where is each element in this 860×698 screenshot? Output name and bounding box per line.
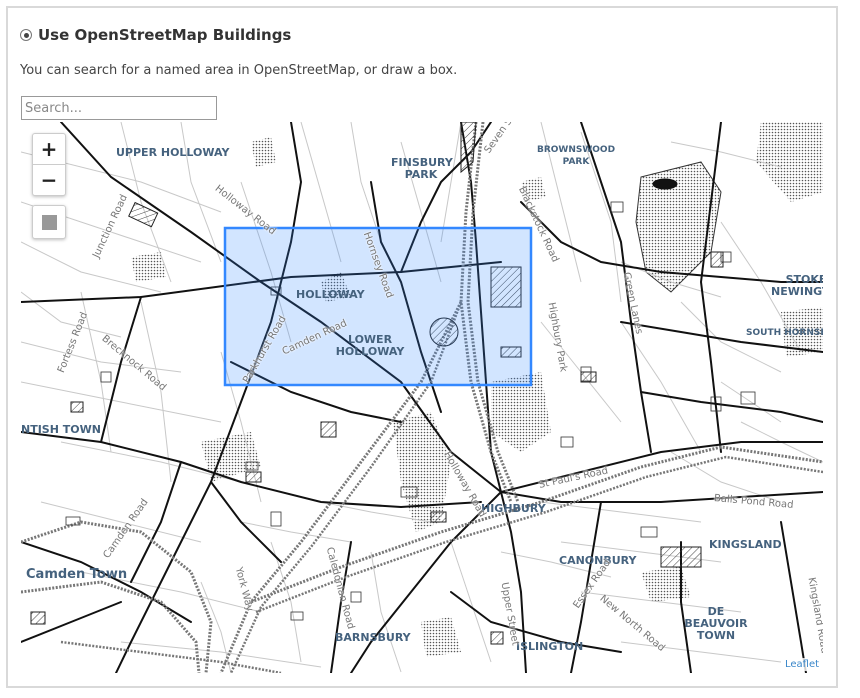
- draw-rectangle-button[interactable]: [32, 205, 66, 239]
- draw-rectangle-icon: [41, 214, 57, 230]
- area-label: BARNSBURY: [335, 631, 411, 644]
- area-label: HIGHBURY: [481, 502, 546, 515]
- search-input[interactable]: [21, 96, 217, 120]
- radio-dot-icon: [23, 32, 29, 38]
- zoom-in-button[interactable]: +: [33, 134, 65, 164]
- area-label: LOWER HOLLOWAY: [335, 333, 405, 358]
- map-tiles: [21, 122, 823, 673]
- leaflet-attribution[interactable]: Leaflet: [782, 658, 823, 671]
- area-label: ISLINGTON: [516, 640, 584, 653]
- osm-buildings-option[interactable]: Use OpenStreetMap Buildings: [20, 26, 291, 44]
- area-label: NTISH TOWN: [21, 423, 101, 436]
- zoom-out-button[interactable]: −: [33, 164, 65, 195]
- area-label: Camden Town: [26, 567, 128, 582]
- area-label: FINSBURY PARK: [391, 156, 453, 181]
- area-label: SOUTH HORNSEY: [746, 328, 823, 338]
- option-label: Use OpenStreetMap Buildings: [38, 26, 292, 44]
- area-label: DE BEAUVOIR TOWN: [684, 605, 748, 642]
- area-label: KINGSLAND: [709, 538, 782, 551]
- zoom-control: + −: [32, 133, 66, 196]
- radio-button[interactable]: [20, 29, 32, 41]
- area-label: STOKE NEWINGTON: [771, 273, 823, 298]
- area-label: UPPER HOLLOWAY: [116, 146, 230, 159]
- area-label: HOLLOWAY: [296, 288, 365, 301]
- map-view[interactable]: UPPER HOLLOWAY FINSBURY PARK BROWNSWOOD …: [21, 122, 823, 673]
- description-text: You can search for a named area in OpenS…: [20, 63, 458, 78]
- area-label: BROWNSWOOD PARK: [536, 145, 616, 167]
